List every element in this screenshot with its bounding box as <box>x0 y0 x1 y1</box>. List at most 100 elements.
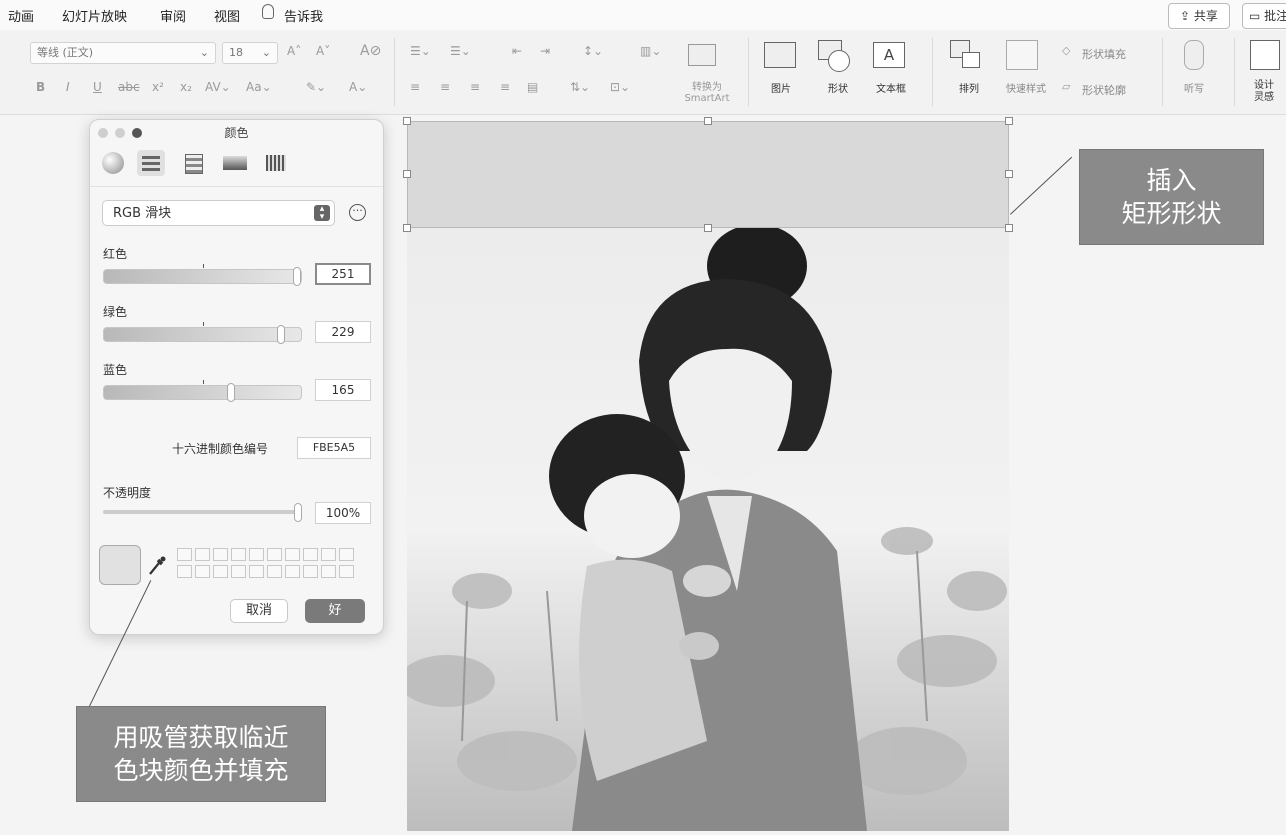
custom-swatch[interactable] <box>303 548 318 561</box>
red-slider[interactable] <box>103 264 302 286</box>
line-spacing-icon[interactable]: ↕⌄ <box>583 44 603 58</box>
opacity-value-field[interactable]: 100% <box>315 502 371 524</box>
shape-fill-button[interactable]: 形状填充 <box>1082 46 1126 62</box>
align-left-icon[interactable]: ≡ <box>410 80 420 94</box>
custom-swatch[interactable] <box>177 565 192 578</box>
custom-swatch[interactable] <box>339 565 354 578</box>
custom-swatch[interactable] <box>321 548 336 561</box>
custom-swatch[interactable] <box>285 548 300 561</box>
comment-button[interactable]: ▭ 批注 <box>1242 3 1286 29</box>
quick-styles-icon[interactable] <box>1006 40 1038 70</box>
align-text-icon[interactable]: ⊡⌄ <box>610 80 630 94</box>
resize-handle[interactable] <box>1005 224 1013 232</box>
menu-animation[interactable]: 动画 <box>8 6 34 25</box>
custom-swatch[interactable] <box>249 548 264 561</box>
custom-swatch[interactable] <box>321 565 336 578</box>
designer-button[interactable]: 设计 灵感 <box>1250 80 1278 104</box>
cancel-button[interactable]: 取消 <box>230 599 288 623</box>
menu-tell-me[interactable]: 告诉我 <box>284 6 323 25</box>
shrink-font-icon[interactable]: A˅ <box>316 44 330 58</box>
picture-button[interactable]: 图片 <box>764 80 798 95</box>
outdent-icon[interactable]: ⇤ <box>512 44 522 58</box>
blue-value-field[interactable]: 165 <box>315 379 371 401</box>
custom-swatch[interactable] <box>231 548 246 561</box>
pencils-icon[interactable] <box>262 150 290 176</box>
convert-smartart-button[interactable]: 转换为 SmartArt <box>674 78 740 104</box>
opacity-slider-thumb[interactable] <box>294 503 302 522</box>
font-size-select[interactable]: 18 ⌄ <box>222 42 278 64</box>
shape-fill-icon[interactable]: ◇ <box>1062 44 1070 57</box>
italic-icon[interactable]: I <box>66 80 70 94</box>
justify-icon[interactable]: ≡ <box>500 80 510 94</box>
custom-swatch[interactable] <box>195 548 210 561</box>
indent-icon[interactable]: ⇥ <box>540 44 550 58</box>
align-right-icon[interactable]: ≡ <box>470 80 480 94</box>
menu-slideshow[interactable]: 幻灯片放映 <box>62 6 127 25</box>
green-slider-thumb[interactable] <box>276 325 285 344</box>
microphone-icon[interactable] <box>1184 40 1204 70</box>
resize-handle[interactable] <box>403 117 411 125</box>
green-value-field[interactable]: 229 <box>315 321 371 343</box>
green-slider[interactable] <box>103 322 302 344</box>
custom-swatch[interactable] <box>267 565 282 578</box>
blue-slider[interactable] <box>103 380 302 402</box>
inserted-rectangle-shape[interactable] <box>407 121 1009 228</box>
image-palettes-icon[interactable] <box>221 150 249 176</box>
subscript-icon[interactable]: x₂ <box>180 80 192 94</box>
columns-icon[interactable]: ▥⌄ <box>640 44 661 58</box>
resize-handle[interactable] <box>1005 117 1013 125</box>
opacity-slider[interactable] <box>103 503 302 522</box>
highlight-icon[interactable]: ✎⌄ <box>306 80 326 94</box>
resize-handle[interactable] <box>704 224 712 232</box>
char-spacing-icon[interactable]: AV⌄ <box>205 80 231 94</box>
custom-swatch[interactable] <box>339 548 354 561</box>
picture-icon[interactable] <box>764 42 796 68</box>
more-options-icon[interactable]: ··· <box>349 204 366 221</box>
resize-handle[interactable] <box>403 170 411 178</box>
font-name-select[interactable]: 等线 (正文) ⌄ <box>30 42 216 64</box>
text-direction-icon[interactable]: ⇅⌄ <box>570 80 590 94</box>
share-button[interactable]: ⇪ 共享 <box>1168 3 1230 29</box>
dictation-button[interactable]: 听写 <box>1174 80 1214 95</box>
red-slider-thumb[interactable] <box>293 267 301 286</box>
designer-icon[interactable] <box>1250 40 1280 70</box>
current-color-swatch[interactable] <box>99 545 141 585</box>
menu-review[interactable]: 审阅 <box>160 6 186 25</box>
underline-icon[interactable]: U <box>93 80 102 94</box>
custom-swatch[interactable] <box>177 548 192 561</box>
textbox-button[interactable]: 文本框 <box>868 80 914 95</box>
grow-font-icon[interactable]: A˄ <box>287 44 301 58</box>
eyedropper-icon[interactable] <box>147 555 167 577</box>
blue-slider-thumb[interactable] <box>227 383 236 402</box>
strikethrough-icon[interactable]: abc <box>118 80 140 94</box>
bullets-icon[interactable]: ☰⌄ <box>410 44 431 58</box>
change-case-icon[interactable]: Aa⌄ <box>246 80 272 94</box>
menu-view[interactable]: 视图 <box>214 6 240 25</box>
smartart-icon[interactable] <box>688 44 716 66</box>
color-mode-select[interactable]: RGB 滑块 ▴ ▾ <box>102 200 335 226</box>
resize-handle[interactable] <box>704 117 712 125</box>
color-palettes-icon[interactable] <box>180 150 208 176</box>
custom-swatch[interactable] <box>213 548 228 561</box>
custom-swatch[interactable] <box>249 565 264 578</box>
color-sliders-icon[interactable] <box>137 150 165 176</box>
hex-value-field[interactable]: FBE5A5 <box>297 437 371 459</box>
bold-icon[interactable]: B <box>36 80 45 94</box>
custom-swatch[interactable] <box>303 565 318 578</box>
ok-button[interactable]: 好 <box>305 599 365 623</box>
font-color-icon[interactable]: A⌄ <box>349 80 367 94</box>
custom-swatch[interactable] <box>231 565 246 578</box>
custom-swatch[interactable] <box>285 565 300 578</box>
align-center-icon[interactable]: ≡ <box>440 80 450 94</box>
arrange-button[interactable]: 排列 <box>951 80 987 95</box>
shape-outline-icon[interactable]: ▱ <box>1062 80 1070 93</box>
red-value-field[interactable]: 251 <box>315 263 371 285</box>
custom-swatch[interactable] <box>195 565 210 578</box>
custom-swatch[interactable] <box>267 548 282 561</box>
resize-handle[interactable] <box>403 224 411 232</box>
shape-outline-button[interactable]: 形状轮廓 <box>1082 82 1126 98</box>
distribute-icon[interactable]: ▤ <box>527 80 538 94</box>
color-wheel-icon[interactable] <box>99 150 127 176</box>
textbox-icon[interactable]: A <box>873 42 905 68</box>
resize-handle[interactable] <box>1005 170 1013 178</box>
